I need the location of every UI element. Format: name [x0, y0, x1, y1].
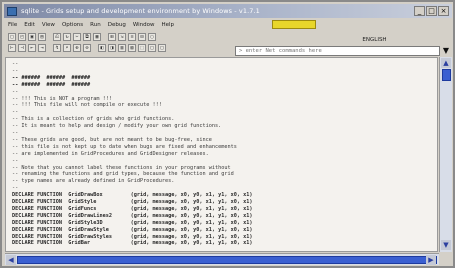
- paste-icon[interactable]: ▦: [93, 32, 101, 41]
- declaration-line: DECLARE FUNCTION GridFuncs (grid, messag…: [12, 205, 253, 212]
- vertical-scroll-thumb[interactable]: [442, 69, 451, 81]
- collapse-icon[interactable]: ⊟: [138, 32, 146, 41]
- declaration-line: DECLARE FUNCTION GridStyle (grid, messag…: [12, 199, 253, 205]
- comment-line: -- ###### ###### ######: [12, 81, 91, 88]
- toolbar-row-2: ⊢ ⊣ ⇤ ⇥ ↯ ⌕ ⊕ ⊖ ◧ ◨ ▥ ▧ ⬚ □ □: [4, 42, 234, 53]
- comment-line: -- !!! This is NOT a program !!!: [12, 95, 112, 102]
- redo-icon[interactable]: ↻: [63, 32, 71, 41]
- comment-line: -- type names are already defined in Gri…: [12, 178, 175, 185]
- menu-view[interactable]: View: [42, 22, 55, 28]
- editor-window: sqlite - Grids setup and development env…: [0, 0, 455, 268]
- selection-icon[interactable]: ⬚: [138, 43, 146, 52]
- menu-window[interactable]: Window: [133, 22, 155, 28]
- resize-icon[interactable]: ⇲: [118, 32, 126, 41]
- indent-icon[interactable]: ⊢: [8, 43, 16, 52]
- hatch-icon[interactable]: ▧: [128, 43, 136, 52]
- window-controls: _ □ ×: [414, 6, 449, 16]
- zoom-in-icon[interactable]: ⊕: [73, 43, 81, 52]
- line-start-icon[interactable]: ⇤: [28, 43, 36, 52]
- comment-line: -- ###### ###### ######: [12, 74, 91, 81]
- command-dropdown-icon[interactable]: ▼: [441, 46, 451, 56]
- declaration-line: DECLARE FUNCTION GridDrawLines2 (grid, m…: [12, 212, 253, 219]
- columns-icon[interactable]: ▥: [118, 43, 126, 52]
- toolbar-row-1: □ ◰ ▣ ▤ ⎌ ↻ ✂ ⧉ ▦ ⊞ ⇲ ≡ ⊟ ▢: [4, 31, 234, 42]
- copy-icon[interactable]: ⧉: [83, 32, 91, 41]
- language-label: ENGLISH: [362, 37, 387, 43]
- zoom-out-icon[interactable]: ⊖: [83, 43, 91, 52]
- comment-line: -- !!! This file will not compile or exe…: [12, 102, 162, 109]
- menu-options[interactable]: Options: [62, 22, 83, 28]
- menu-bar: File Edit View Options Run Debug Window …: [4, 19, 234, 30]
- comment-line: -- This is a collection of grids who gri…: [12, 116, 175, 123]
- declaration-line: DECLARE FUNCTION GridDrawStyle (grid, me…: [12, 226, 253, 233]
- comment-line: --: [12, 109, 19, 116]
- close-button[interactable]: ×: [438, 6, 449, 16]
- run-icon[interactable]: ↯: [53, 43, 61, 52]
- title-bar[interactable]: sqlite - Grids setup and development env…: [4, 4, 452, 18]
- frame-icon[interactable]: ▢: [148, 32, 156, 41]
- save-icon[interactable]: ▣: [28, 32, 36, 41]
- comment-line: --: [12, 130, 19, 136]
- new-file-icon[interactable]: □: [8, 32, 16, 41]
- maximize-button[interactable]: □: [426, 6, 437, 16]
- comment-line: -- It is meant to help and design / modi…: [12, 123, 222, 130]
- command-input[interactable]: [236, 47, 439, 55]
- menu-file[interactable]: File: [8, 22, 17, 28]
- declaration-line: DECLARE FUNCTION GridDrawStyles (grid, m…: [12, 233, 253, 240]
- scroll-left-icon[interactable]: ◀: [6, 255, 16, 265]
- print-icon[interactable]: ▤: [38, 32, 46, 41]
- toolbar: □ ◰ ▣ ▤ ⎌ ↻ ✂ ⧉ ▦ ⊞ ⇲ ≡ ⊟ ▢ ⊢ ⊣ ⇤ ⇥ ↯ ⌕ …: [4, 31, 234, 53]
- menu-help[interactable]: Help: [162, 22, 175, 28]
- menu-edit[interactable]: Edit: [24, 22, 35, 28]
- grid-icon[interactable]: ⊞: [108, 32, 116, 41]
- scroll-right-icon[interactable]: ▶: [426, 255, 436, 265]
- menu-run[interactable]: Run: [90, 22, 101, 28]
- scrollbar-corner: [439, 253, 452, 265]
- command-box: [235, 46, 440, 56]
- list-icon[interactable]: ≡: [128, 32, 136, 41]
- comment-line: -- are implemented in GridProcedures and…: [12, 150, 209, 157]
- right-panel-icon[interactable]: ◨: [108, 43, 116, 52]
- comment-line: -- this file is not kept up to date when…: [12, 143, 237, 150]
- left-panel-icon[interactable]: ◧: [98, 43, 106, 52]
- scroll-down-icon[interactable]: ▼: [441, 240, 451, 250]
- cut-icon[interactable]: ✂: [73, 32, 81, 41]
- horizontal-scrollbar[interactable]: ◀ ▶: [5, 253, 452, 265]
- app-icon: [7, 6, 17, 16]
- comment-line: --: [12, 185, 19, 192]
- window-title: sqlite - Grids setup and development env…: [21, 7, 260, 15]
- code-editor[interactable]: -- -- -- ###### ###### ###### -- ###### ###…: [5, 57, 438, 252]
- comment-line: -- Note that you cannot label these func…: [12, 164, 231, 171]
- comment-line: -- renaming the functions and grid types…: [12, 171, 234, 178]
- vertical-scrollbar[interactable]: ▲ ▼: [439, 57, 452, 252]
- comment-line: --: [12, 67, 19, 74]
- scroll-up-icon[interactable]: ▲: [441, 58, 451, 68]
- comment-line: --: [12, 157, 19, 164]
- comment-line: -- These grids are good, but are not mea…: [12, 136, 212, 143]
- declaration-line: DECLARE FUNCTION GridDrawBox (grid, mess…: [12, 192, 253, 199]
- outdent-icon[interactable]: ⊣: [18, 43, 26, 52]
- minimize-button[interactable]: _: [414, 6, 425, 16]
- line-end-icon[interactable]: ⇥: [38, 43, 46, 52]
- horizontal-scroll-thumb[interactable]: [17, 256, 437, 264]
- find-icon[interactable]: ⌕: [63, 43, 71, 52]
- comment-line: --: [12, 88, 19, 95]
- declaration-line: DECLARE FUNCTION GridBar (grid, message,…: [12, 240, 253, 247]
- info-field: [272, 20, 316, 29]
- undo-icon[interactable]: ⎌: [53, 32, 61, 41]
- window-icon[interactable]: □: [148, 43, 156, 52]
- comment-line: --: [12, 61, 19, 67]
- window-alt-icon[interactable]: □: [158, 43, 166, 52]
- open-file-icon[interactable]: ◰: [18, 32, 26, 41]
- menu-debug[interactable]: Debug: [108, 22, 126, 28]
- declaration-line: DECLARE FUNCTION GridStyle3D (grid, mess…: [12, 219, 253, 226]
